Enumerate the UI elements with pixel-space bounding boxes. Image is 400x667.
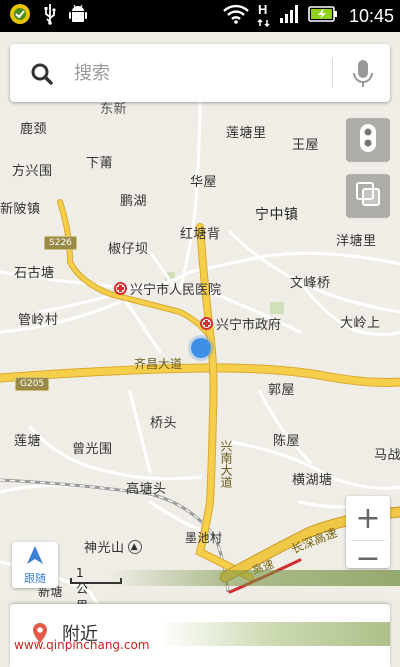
government-icon (200, 317, 213, 330)
place-label: 下莆 (86, 156, 114, 171)
place-label: 鹏湖 (120, 194, 148, 209)
place-label: 石古塘 (14, 266, 55, 281)
search-input[interactable] (74, 58, 314, 88)
place-label-text: 神光山 (84, 541, 125, 556)
user-location-dot (191, 338, 211, 358)
place-label: 新陂镇 (0, 202, 41, 217)
status-bar-right: H 10:45 (223, 0, 394, 32)
app-screen: H 10:45 S226 G205 齐昌大道 兴南大道 长深高速 高速 鹿颈 东… (0, 0, 400, 667)
place-label: 红塘背 (180, 227, 221, 242)
traffic-light-icon (359, 123, 377, 157)
usb-icon (42, 3, 58, 29)
place-label: 文峰桥 (290, 276, 331, 291)
wifi-icon (223, 4, 249, 28)
mountain-icon: ▲ (127, 539, 142, 554)
traffic-toggle-button[interactable] (346, 118, 390, 162)
place-label: 陈屋 (273, 434, 301, 449)
status-time: 10:45 (348, 5, 394, 26)
zoom-in-button[interactable]: + (346, 496, 390, 540)
poi-government-label: 兴宁市政府 (216, 318, 282, 333)
hospital-icon (114, 282, 127, 295)
place-label: 管岭村 (18, 313, 59, 328)
place-label: 莲塘 (14, 434, 42, 449)
place-label: 鹿颈 (20, 122, 48, 137)
place-label: 莲塘里 (226, 126, 267, 141)
road-shield-s226: S226 (44, 236, 77, 250)
navigation-arrow-icon (26, 545, 44, 569)
layers-icon (354, 180, 382, 212)
status-bar: H 10:45 (0, 0, 400, 32)
status-bar-left (0, 3, 88, 29)
panel-edge-overlay (160, 622, 390, 646)
locate-follow-button[interactable]: 跟随 (12, 542, 58, 588)
map-edge-overlay (110, 570, 400, 586)
place-label: 横湖塘 (292, 473, 333, 488)
place-label: 马战 (374, 448, 400, 463)
road-label-qichang: 齐昌大道 (134, 357, 183, 371)
road-label-xingnan: 兴南大道 (218, 440, 235, 488)
place-label: 桥头 (150, 416, 178, 431)
poi-hospital[interactable]: 兴宁市人民医院 (114, 279, 221, 298)
search-divider (332, 58, 333, 88)
poi-hospital-label: 兴宁市人民医院 (130, 283, 222, 298)
place-label: 墨池村 (185, 531, 223, 545)
layers-button[interactable] (346, 174, 390, 218)
place-label: 曾光围 (72, 442, 113, 457)
watermark: www.qinpinchang.com (14, 638, 150, 652)
road-label-xingnan-text: 兴南大道 (219, 440, 233, 488)
search-icon[interactable] (30, 62, 54, 90)
place-label: 洋塘里 (336, 234, 377, 249)
locate-label: 跟随 (24, 571, 46, 585)
place-label: 椒仔坝 (108, 242, 149, 257)
battery-charging-icon (308, 5, 338, 27)
place-label: 宁中镇 (255, 207, 299, 223)
place-label: 王屋 (292, 138, 320, 153)
place-label: 华屋 (190, 175, 218, 190)
road-shield-g205: G205 (15, 377, 50, 391)
place-label: 郭屋 (268, 383, 296, 398)
zoom-control: + − (346, 496, 390, 568)
zoom-out-button[interactable]: − (346, 541, 390, 568)
android-debug-icon (68, 3, 88, 29)
poi-government[interactable]: 兴宁市政府 (200, 314, 281, 333)
place-label: 神光山 ▲ (84, 537, 142, 556)
signal-icon (279, 4, 301, 28)
place-label: 高塘头 (126, 482, 167, 497)
place-label: 方兴围 (12, 164, 53, 179)
notification-icon (8, 3, 32, 29)
place-label: 大岭上 (340, 316, 381, 331)
network-type-icon: H (256, 2, 272, 28)
microphone-icon[interactable] (352, 59, 374, 93)
search-bar[interactable] (10, 44, 390, 102)
